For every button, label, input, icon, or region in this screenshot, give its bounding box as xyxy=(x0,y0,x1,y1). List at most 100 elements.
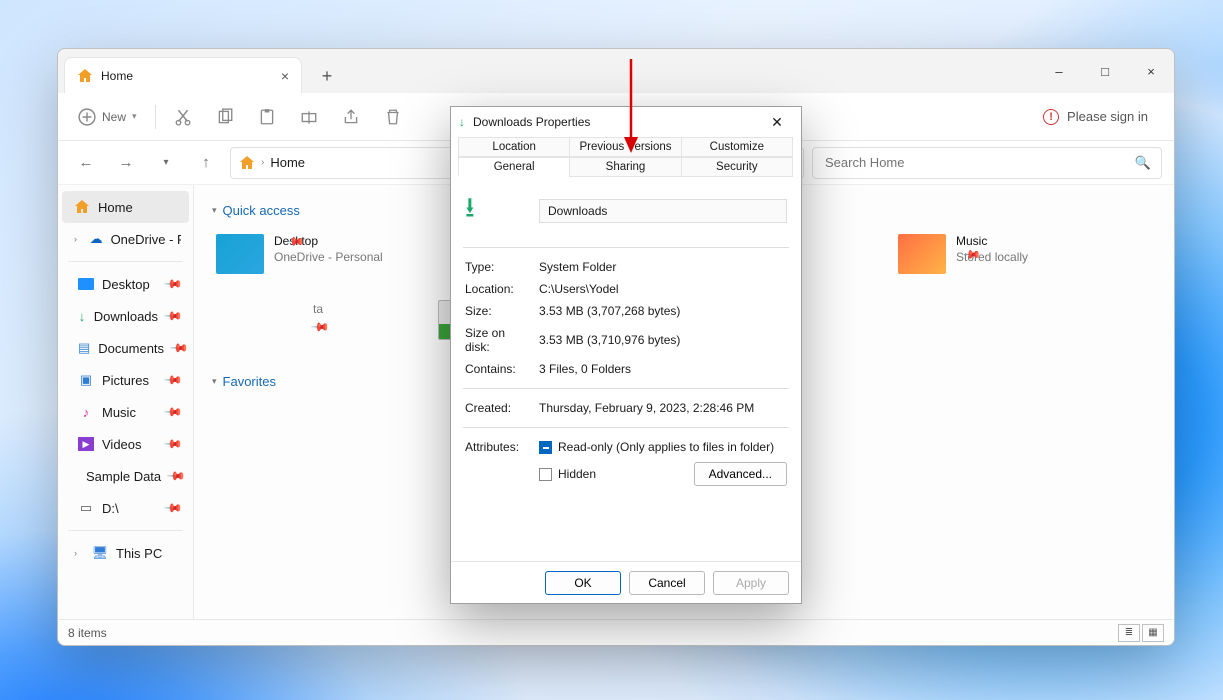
navigation-pane: Home › ☁ OneDrive - Pers Desktop📌 ↓Downl… xyxy=(58,185,194,619)
sidebar-item-label: Videos xyxy=(102,437,142,452)
new-tab-button[interactable]: + xyxy=(310,59,344,93)
tab-home[interactable]: Home × xyxy=(64,57,302,93)
paste-button[interactable] xyxy=(248,100,286,134)
pin-icon: 📌 xyxy=(163,402,183,422)
folder-name-field[interactable]: Downloads xyxy=(539,199,787,223)
checkbox-readonly[interactable] xyxy=(539,441,552,454)
video-icon: ▶ xyxy=(78,437,94,451)
checkbox-hidden[interactable] xyxy=(539,468,552,481)
music-icon: ♪ xyxy=(78,404,94,420)
tab-sharing[interactable]: Sharing xyxy=(569,157,681,177)
advanced-button[interactable]: Advanced... xyxy=(694,462,787,486)
sidebar-item-onedrive[interactable]: › ☁ OneDrive - Pers xyxy=(62,223,189,255)
back-button[interactable]: ← xyxy=(70,147,102,179)
search-icon: 🔍 xyxy=(1135,155,1151,171)
sidebar-item-downloads[interactable]: ↓Downloads📌 xyxy=(62,300,189,332)
tile-music[interactable]: MusicStored locally📌 xyxy=(894,230,1114,286)
label-attributes: Attributes: xyxy=(465,440,529,454)
separator xyxy=(68,530,183,531)
sidebar-item-videos[interactable]: ▶ Videos 📌 xyxy=(62,428,189,460)
delete-button[interactable] xyxy=(374,100,412,134)
forward-button[interactable]: → xyxy=(110,147,142,179)
pc-icon: 🖥 xyxy=(92,545,108,561)
sign-in-prompt[interactable]: ! Please sign in xyxy=(1027,109,1164,125)
warning-icon: ! xyxy=(1043,109,1059,125)
pin-icon: 📌 xyxy=(163,434,183,454)
search-box[interactable]: 🔍 xyxy=(812,147,1162,179)
dialog-tabs-front: General Sharing Security xyxy=(459,157,793,177)
home-icon xyxy=(77,68,93,84)
sidebar-item-home[interactable]: Home xyxy=(62,191,189,223)
tile-name: Music xyxy=(956,234,1028,248)
details-view-button[interactable]: ≣ xyxy=(1118,624,1140,642)
home-icon xyxy=(74,199,90,215)
dialog-title: Downloads Properties xyxy=(473,115,590,129)
sidebar-item-pictures[interactable]: ▣Pictures📌 xyxy=(62,364,189,396)
plus-circle-icon xyxy=(78,108,96,126)
sidebar-item-documents[interactable]: ▤Documents📌 xyxy=(62,332,189,364)
paste-icon xyxy=(258,108,276,126)
share-button[interactable] xyxy=(332,100,370,134)
cancel-button[interactable]: Cancel xyxy=(629,571,705,595)
sidebar-item-label: D:\ xyxy=(102,501,119,516)
tab-close-icon[interactable]: × xyxy=(281,68,289,84)
cut-button[interactable] xyxy=(164,100,202,134)
readonly-label: Read-only (Only applies to files in fold… xyxy=(558,440,774,454)
dialog-tabs-back: Location Previous Versions Customize xyxy=(459,137,793,157)
recent-dropdown[interactable]: ▾ xyxy=(150,147,182,179)
sidebar-item-label: Music xyxy=(102,405,136,420)
copy-icon xyxy=(216,108,234,126)
label-type: Type: xyxy=(465,260,529,274)
cut-icon xyxy=(174,108,192,126)
chevron-right-icon[interactable]: › xyxy=(74,234,82,244)
tab-location[interactable]: Location xyxy=(458,137,570,157)
maximize-button[interactable]: □ xyxy=(1082,49,1128,93)
apply-button: Apply xyxy=(713,571,789,595)
tab-previous-versions[interactable]: Previous Versions xyxy=(569,137,681,157)
tab-security[interactable]: Security xyxy=(681,157,793,177)
minimize-button[interactable]: – xyxy=(1036,49,1082,93)
document-icon: ▤ xyxy=(78,340,90,356)
pin-icon: 📌 xyxy=(163,498,183,518)
tab-customize[interactable]: Customize xyxy=(681,137,793,157)
download-icon: ↓ xyxy=(459,115,465,129)
value-size: 3.53 MB (3,707,268 bytes) xyxy=(539,304,680,318)
tile-desktop[interactable]: DesktopOneDrive - Personal📌 xyxy=(212,230,432,286)
label-location: Location: xyxy=(465,282,529,296)
separator xyxy=(68,261,183,262)
sidebar-item-drive-d[interactable]: ▭ D:\ 📌 xyxy=(62,492,189,524)
chevron-down-icon: ▾ xyxy=(132,111,137,122)
icons-view-button[interactable]: ▦ xyxy=(1142,624,1164,642)
chevron-right-icon[interactable]: › xyxy=(74,548,84,558)
up-button[interactable]: ↑ xyxy=(190,147,222,179)
copy-button[interactable] xyxy=(206,100,244,134)
value-created: Thursday, February 9, 2023, 2:28:46 PM xyxy=(539,401,754,415)
tab-general[interactable]: General xyxy=(458,157,570,177)
search-input[interactable] xyxy=(823,154,1135,171)
hidden-checkbox-row[interactable]: Hidden xyxy=(539,467,596,481)
ok-button[interactable]: OK xyxy=(545,571,621,595)
close-window-button[interactable]: × xyxy=(1128,49,1174,93)
pin-icon: 📌 xyxy=(163,306,183,326)
sidebar-item-label: Documents xyxy=(98,341,164,356)
sidebar-item-label: Sample Data xyxy=(86,469,161,484)
pin-icon: 📌 xyxy=(310,317,330,337)
dialog-body: ⭳ Downloads Type:System Folder Location:… xyxy=(451,177,801,561)
tile-obscured-2[interactable]: ta📌 xyxy=(212,296,332,352)
download-icon: ↓ xyxy=(78,308,86,324)
drive-icon: ▭ xyxy=(78,500,94,516)
new-button[interactable]: New ▾ xyxy=(68,100,147,134)
hidden-label: Hidden xyxy=(558,467,596,481)
pin-icon: 📌 xyxy=(166,466,186,486)
dialog-close-button[interactable]: ✕ xyxy=(761,110,793,134)
sidebar-item-music[interactable]: ♪ Music 📌 xyxy=(62,396,189,428)
desktop-folder-icon xyxy=(216,234,264,274)
rename-button[interactable] xyxy=(290,100,328,134)
sidebar-item-thispc[interactable]: › 🖥 This PC xyxy=(62,537,189,569)
separator xyxy=(463,427,789,428)
readonly-checkbox-row[interactable]: Read-only (Only applies to files in fold… xyxy=(539,440,787,454)
chevron-down-icon: ▾ xyxy=(212,376,217,387)
sidebar-item-desktop[interactable]: Desktop📌 xyxy=(62,268,189,300)
section-title: Favorites xyxy=(223,374,276,389)
sidebar-item-sampledata[interactable]: Sample Data 📌 xyxy=(62,460,189,492)
